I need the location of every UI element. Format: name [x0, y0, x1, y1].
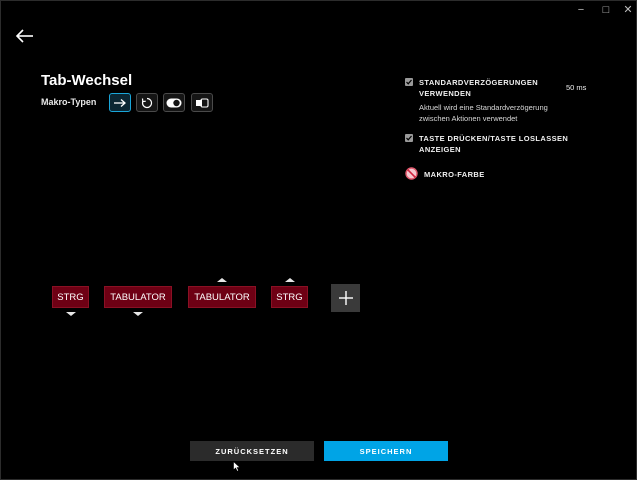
macro-type-sequence-button[interactable]	[109, 93, 131, 112]
macro-types-label: Makro-Typen	[41, 97, 97, 107]
check-icon	[406, 79, 412, 85]
arrow-right-icon	[114, 98, 126, 107]
key-press-arrow-icon	[66, 312, 76, 316]
sequence-key-tab-release[interactable]: TABULATOR	[188, 286, 256, 308]
minimize-button[interactable]: −	[573, 4, 589, 16]
sequence-key-strg-release[interactable]: STRG	[271, 286, 308, 308]
reset-button[interactable]: ZURÜCKSETZEN	[190, 441, 314, 461]
key-release-arrow-icon	[285, 278, 295, 282]
standard-delay-checkbox[interactable]	[405, 78, 413, 86]
standard-delay-description-line1: Aktuell wird eine Standardverzögerung	[419, 103, 548, 112]
standard-delay-description-line2: zwischen Aktionen verwendet	[419, 114, 518, 123]
check-icon	[406, 135, 412, 141]
sequence-key-strg-press[interactable]: STRG	[52, 286, 89, 308]
key-press-arrow-icon	[133, 312, 143, 316]
plus-icon	[338, 291, 353, 305]
no-color-icon	[405, 167, 418, 180]
macro-color-label: MAKRO-FARBE	[424, 170, 485, 179]
close-button[interactable]: ✕	[620, 4, 636, 16]
standard-delay-label: STANDARDVERZÖGERUNGEN VERWENDEN	[419, 77, 538, 99]
show-press-release-label: TASTE DRÜCKEN/TASTE LOSLASSEN ANZEIGEN	[419, 133, 568, 155]
macro-title: Tab-Wechsel	[41, 72, 133, 89]
standard-delay-value[interactable]: 50 ms	[566, 83, 586, 92]
mouse-cursor-icon	[233, 461, 241, 472]
toggle-icon	[166, 98, 182, 107]
standard-delay-label-line1: STANDARDVERZÖGERUNGEN	[419, 78, 539, 87]
arrow-left-icon	[15, 29, 33, 43]
maximize-button[interactable]: □	[598, 4, 614, 16]
standard-delay-label-line2: VERWENDEN	[419, 89, 472, 98]
macro-type-toggle-button[interactable]	[163, 93, 185, 112]
show-press-release-label-line2: ANZEIGEN	[419, 145, 461, 154]
show-press-release-checkbox[interactable]	[405, 134, 413, 142]
macro-type-hold-button[interactable]	[191, 93, 213, 112]
back-button[interactable]	[14, 26, 36, 46]
repeat-icon	[141, 97, 153, 108]
show-press-release-label-line1: TASTE DRÜCKEN/TASTE LOSLASSEN	[419, 134, 569, 143]
add-action-button[interactable]	[331, 284, 360, 312]
save-button[interactable]: SPEICHERN	[324, 441, 448, 461]
sequence-icon	[196, 97, 209, 108]
standard-delay-description: Aktuell wird eine Standardverzögerung zw…	[419, 102, 579, 124]
sequence-key-tab-press[interactable]: TABULATOR	[104, 286, 172, 308]
macro-type-repeat-button[interactable]	[136, 93, 158, 112]
key-release-arrow-icon	[217, 278, 227, 282]
macro-color-button[interactable]	[405, 167, 418, 180]
